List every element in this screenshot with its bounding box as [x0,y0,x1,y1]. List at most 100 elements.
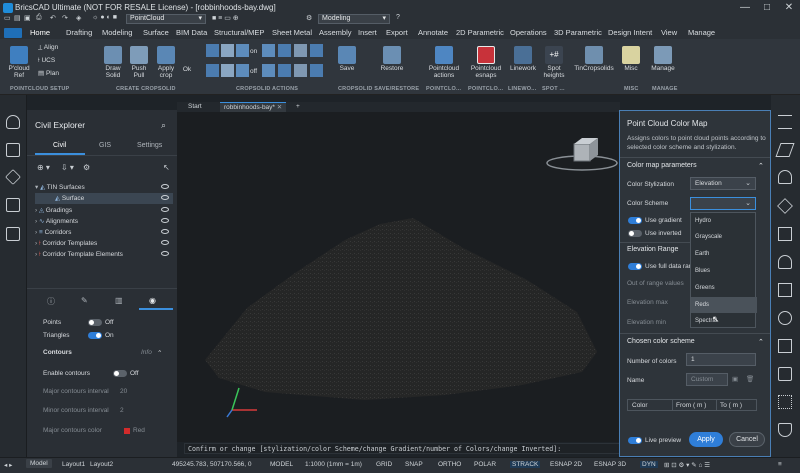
bim-icon[interactable] [778,423,792,437]
table-icon[interactable] [778,339,792,353]
ucs-button[interactable]: ⟊ UCS [38,57,55,64]
lightbulb-icon[interactable] [6,115,20,129]
status-polar[interactable]: POLAR [474,461,496,468]
ok-button[interactable]: Ok [180,66,194,73]
cropsolid-action-icon[interactable] [221,64,234,77]
nav-arrows-icon[interactable]: ◂ ▸ [4,461,12,469]
import-icon[interactable]: ⇩ ▾ [61,163,74,172]
shade-icon[interactable] [778,311,792,325]
option-hydro[interactable]: Hydro [691,213,757,229]
tree-item-corridor-templates[interactable]: › ⟊ Corridor Templates [35,238,173,249]
edit-tab-icon[interactable]: ✎ [81,296,88,305]
menu-bim-data[interactable]: BIM Data [176,28,207,37]
cropsolid-action-icon[interactable] [294,44,307,57]
blocks-icon[interactable] [778,283,792,297]
push-pull-button[interactable]: Push Pull [128,46,150,79]
plan-button[interactable]: ▤ Plan [38,70,59,77]
menu-assembly[interactable]: Assembly [319,28,352,37]
status-scale[interactable]: 1:1000 (1mm = 1m) [305,461,362,468]
command-line[interactable]: Confirm or change [stylization/color Sch… [184,443,620,454]
cropsolid-action-icon[interactable] [236,64,249,77]
cropsolid-icon-grid[interactable] [206,44,250,82]
maximize-button[interactable]: □ [756,1,778,15]
cropsolid-action-icon[interactable] [221,44,234,57]
status-model[interactable]: MODEL [270,461,293,468]
structure-icon[interactable] [6,143,20,157]
close-button[interactable]: ✕ [778,1,800,15]
status-snap[interactable]: SNAP [405,461,423,468]
status-ortho[interactable]: ORTHO [438,461,461,468]
tree-item-corridors[interactable]: › ≡ Corridors [35,227,173,238]
tree-item-surface[interactable]: ◭ Surface [35,193,173,204]
tree-item-alignments[interactable]: › ∿ Alignments [35,216,173,227]
num-colors-input[interactable]: 1 [686,353,756,366]
cube-icon[interactable] [5,169,21,185]
menu-sheet-metal[interactable]: Sheet Metal [272,28,312,37]
points-toggle[interactable] [88,319,102,326]
status-esnap-3d[interactable]: ESNAP 3D [594,461,626,468]
save-crop-button[interactable]: Save [336,46,358,72]
cancel-button[interactable]: Cancel [729,432,765,447]
live-preview-toggle[interactable] [628,437,642,444]
menu-annotate[interactable]: Annotate [418,28,448,37]
select-icon[interactable]: ↖ [163,163,170,172]
option-grayscale[interactable]: Grayscale [691,229,757,245]
pointcloud-actions-button[interactable]: Pointcloud actions [424,46,464,79]
tab-start[interactable]: Start [184,102,206,112]
align-button[interactable]: ⟂ Align [38,44,58,51]
info-tab-icon[interactable]: ⓘ [47,296,55,307]
color-scheme-dropdown[interactable]: ⌄ [690,197,756,210]
menu-home[interactable]: Home [30,28,50,37]
tab-robbinhoods-bay[interactable]: robbinhoods-bay* ✕ [220,102,287,112]
eye-icon[interactable] [161,240,169,245]
tree-item-tin-surfaces[interactable]: ▾ ◭ TIN Surfaces [35,182,173,193]
cropsolid-action-icon[interactable] [236,44,249,57]
menu-design-intent[interactable]: Design Intent [608,28,652,37]
new-file-icon[interactable]: ▭ [4,14,11,24]
app-menu-button[interactable] [4,28,22,38]
minor-interval-value[interactable]: 2 [120,407,124,414]
menu-modeling[interactable]: Modeling [102,28,132,37]
cropsolid-action-icon[interactable] [262,64,275,77]
menu-3d-parametric[interactable]: 3D Parametric [554,28,602,37]
eye-icon[interactable] [161,218,169,223]
option-greens[interactable]: Greens [691,280,757,296]
cropsolid-icon-grid-2[interactable] [262,44,328,82]
manage-button[interactable]: Manage [648,46,678,72]
menu-insert[interactable]: Insert [358,28,377,37]
tab-model[interactable]: Model [26,459,52,468]
cropsolid-action-icon[interactable] [278,64,291,77]
layer-state-icons[interactable]: ☼ ● ◐ ■ [92,14,117,24]
menu-manage[interactable]: Manage [688,28,715,37]
status-dyn[interactable]: DYN [640,461,658,468]
linework-button[interactable]: Linework [508,46,538,72]
eye-icon[interactable] [161,229,169,234]
search-icon[interactable]: ⌕ [161,120,166,131]
chevron-up-icon[interactable]: ⌃ [758,162,764,170]
tab-settings[interactable]: Settings [137,142,162,149]
tools-icon[interactable]: ⚙ [83,163,90,172]
crop-off-button[interactable]: off [250,68,257,75]
cropsolid-action-icon[interactable] [206,44,219,57]
menu-operations[interactable]: Operations [510,28,547,37]
menu-surface[interactable]: Surface [143,28,169,37]
tincropsolids-button[interactable]: TinCropsolids [572,46,616,72]
add-icon[interactable]: ⊕ ▾ [37,163,50,172]
eye-icon[interactable] [161,184,169,189]
layer-properties-icon[interactable]: ◈ [76,14,81,24]
tab-layout1[interactable]: Layout1 [62,461,85,468]
close-tab-icon[interactable]: ✕ [277,104,282,111]
restore-crop-button[interactable]: Restore [378,46,406,72]
cropsolid-action-icon[interactable] [310,64,323,77]
civil-explorer-icon[interactable] [6,227,20,241]
use-full-data-toggle[interactable] [628,263,642,270]
chart-icon[interactable] [778,367,792,381]
status-grid[interactable]: GRID [376,461,392,468]
spot-heights-button[interactable]: +# Spot heights [540,46,568,79]
chevron-up-icon[interactable]: ⌃ [157,349,162,357]
crop-on-button[interactable]: on [250,48,257,55]
cropsolid-action-icon[interactable] [262,44,275,57]
eye-icon[interactable] [161,251,169,256]
save-scheme-icon[interactable]: ▣ [732,375,738,383]
help-icon[interactable]: ? [396,14,400,24]
